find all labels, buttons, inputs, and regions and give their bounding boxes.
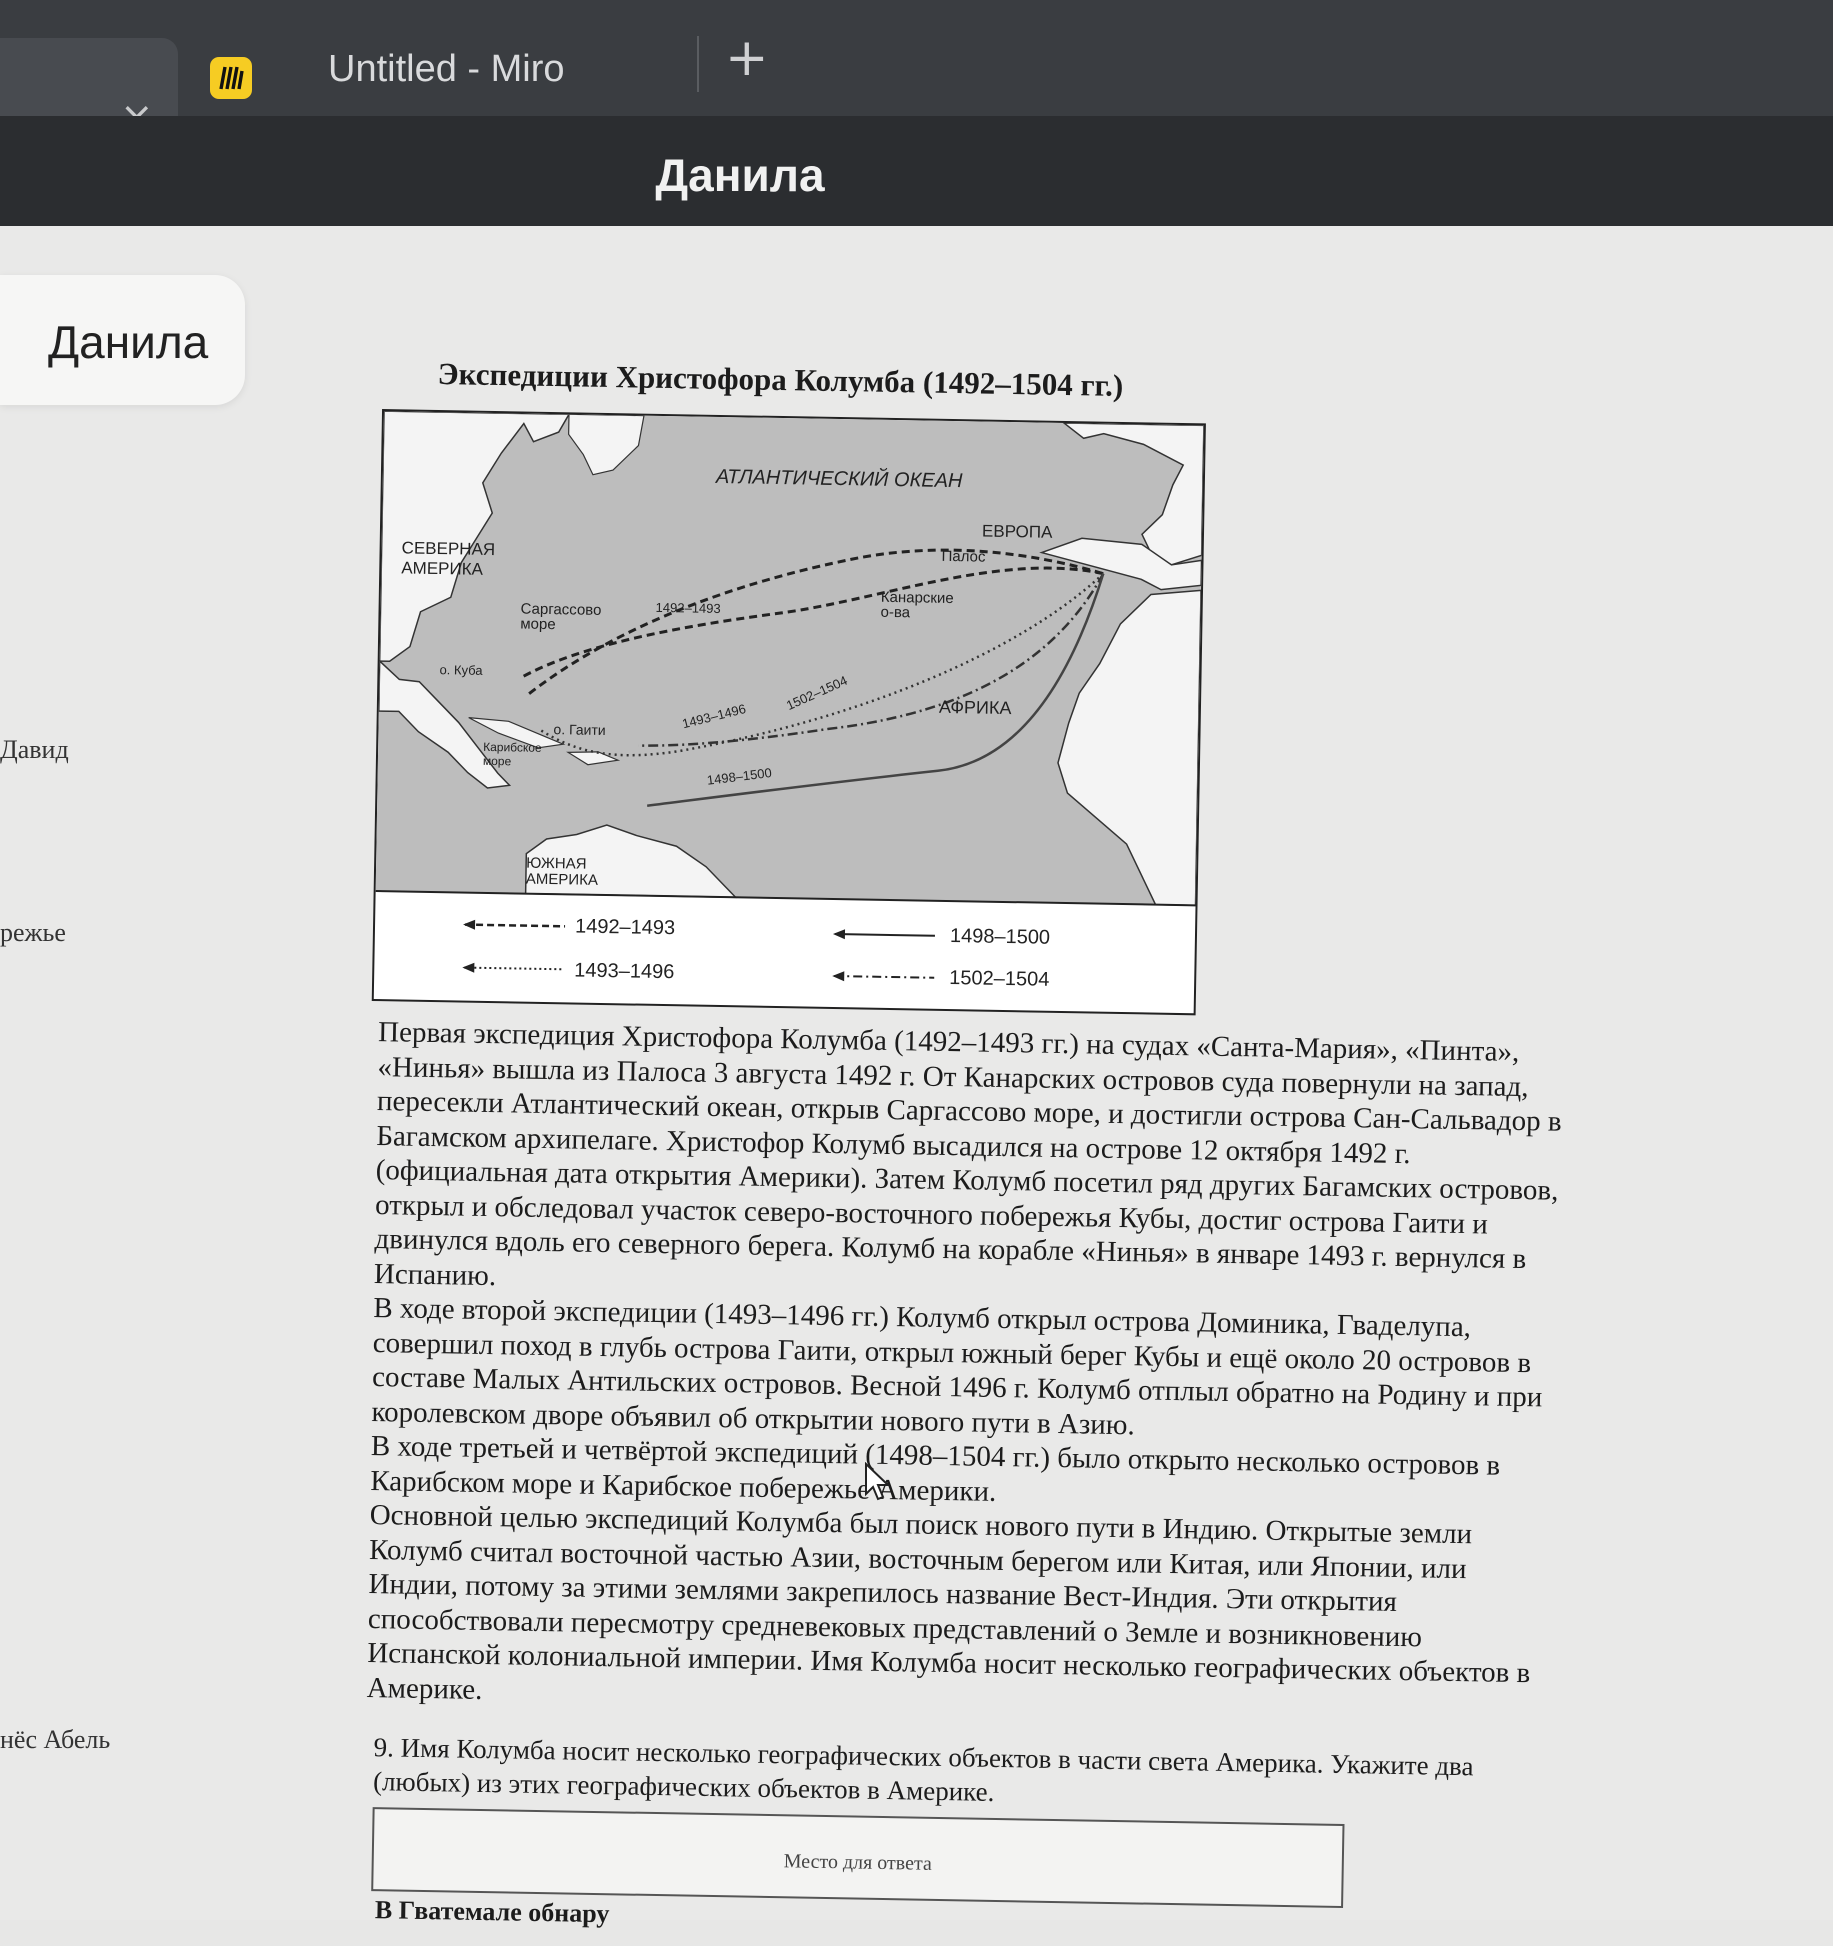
document-body: Первая экспедиция Христофора Колумба (14… [366, 1015, 1568, 1726]
south-america-label-2: АМЕРИКА [526, 871, 598, 889]
ocean-label: АТЛАНТИЧЕСКИЙ ОКЕАН [715, 465, 964, 492]
paragraph-second-expedition: В ходе второй экспедиции (1493–1496 гг.)… [371, 1292, 1543, 1441]
legend-item-1498 [832, 929, 935, 940]
side-name-1: Давид [0, 735, 69, 764]
route-1492-label: 1492–1493 [656, 600, 721, 616]
participant-card[interactable]: Данила [0, 275, 245, 405]
participant-name: Данила [48, 316, 209, 368]
previous-tab[interactable]: × [0, 38, 178, 140]
legend-item-1502 [832, 971, 935, 982]
answer-box[interactable]: Место для ответа [371, 1807, 1345, 1909]
header-title: Данила [655, 149, 825, 201]
caribbean-label-1: Карибское [483, 740, 542, 755]
caribbean-label-2: море [483, 754, 512, 768]
answer-placeholder: Место для ответа [783, 1850, 933, 1875]
legend-item-1493 [462, 962, 565, 973]
cuba-label: о. Куба [439, 662, 483, 678]
miro-logo-icon [210, 57, 252, 99]
north-america-label-1: СЕВЕРНАЯ [401, 538, 495, 559]
legend-label-1493: 1493–1496 [574, 959, 674, 983]
legend-label-1502: 1502–1504 [949, 967, 1049, 991]
legend-label-1498: 1498–1500 [950, 925, 1050, 949]
europe-label: ЕВРОПА [982, 522, 1053, 542]
sargasso-label-2: море [520, 615, 556, 633]
canary-label-2: о-ва [880, 604, 910, 622]
africa-label: АФРИКА [939, 697, 1012, 718]
north-america-label-2: АМЕРИКА [401, 558, 484, 578]
side-name-2: режье [0, 918, 66, 947]
mouse-cursor-icon [865, 1462, 891, 1501]
legend-item-1492 [463, 919, 566, 930]
new-tab-button[interactable]: + [725, 28, 769, 88]
browser-tab-bar: × Untitled - Miro + [0, 0, 1833, 140]
paragraph-goal: Основной целью экспедиций Колумба был по… [366, 1499, 1531, 1706]
next-section-text: В Гватемале обнару [374, 1895, 610, 1929]
palos-label: Палос [941, 548, 986, 566]
columbus-expeditions-map: АТЛАНТИЧЕСКИЙ ОКЕАН ЕВРОПА СЕВЕРНАЯ АМЕР… [371, 409, 1206, 1016]
paragraph-first-expedition: Первая экспедиция Христофора Колумба (14… [373, 1016, 1562, 1292]
side-name-3: нёс Абель [0, 1725, 111, 1754]
haiti-label: о. Гаити [553, 721, 605, 738]
tab-title[interactable]: Untitled - Miro [328, 48, 565, 91]
tab-separator [697, 36, 699, 92]
legend-label-1492: 1492–1493 [575, 915, 675, 939]
